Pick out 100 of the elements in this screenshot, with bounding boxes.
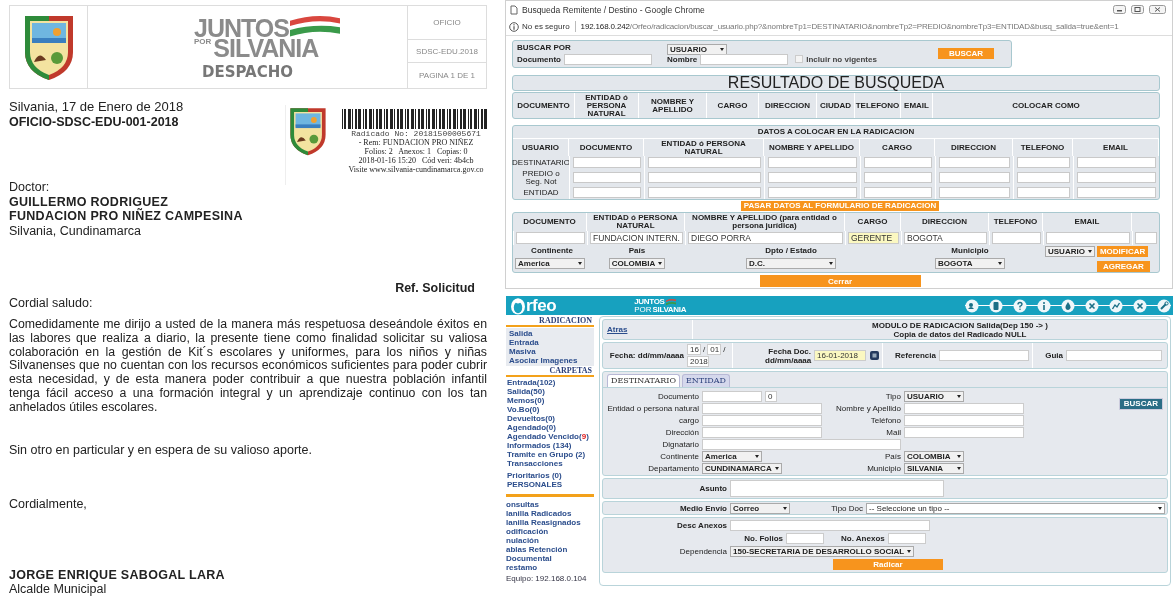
sidebar-link[interactable]: Entrada(102) <box>507 378 594 387</box>
text-field[interactable] <box>648 157 761 168</box>
text-field[interactable] <box>1017 172 1070 183</box>
dropdown[interactable]: America <box>515 258 585 269</box>
text-field[interactable] <box>864 157 932 168</box>
sidebar-link[interactable]: Memos(0) <box>507 396 594 405</box>
dropdown[interactable]: USUARIO <box>1045 245 1095 257</box>
tab[interactable]: ENTIDAD <box>682 374 730 387</box>
text-field[interactable]: 0 <box>765 390 777 402</box>
sidebar-link[interactable]: nulación <box>506 535 594 545</box>
tab[interactable]: DESTINATARIO <box>607 374 680 387</box>
sidebar-link[interactable]: Prioritarios (0) <box>507 471 594 480</box>
date-field[interactable]: 01 <box>707 344 722 355</box>
document-field[interactable] <box>564 53 652 65</box>
text-field[interactable] <box>904 414 1024 426</box>
text-field[interactable] <box>573 187 641 198</box>
text-field[interactable] <box>702 390 762 402</box>
date-field[interactable]: 16 <box>687 344 701 355</box>
sidebar-link[interactable]: Masiva <box>509 347 591 356</box>
sidebar-link[interactable]: lanilla Reasignados <box>506 517 594 527</box>
text-field[interactable] <box>648 172 761 183</box>
text-field[interactable] <box>1077 172 1156 183</box>
minimize-icon[interactable] <box>1113 5 1126 14</box>
text-field[interactable] <box>516 232 585 244</box>
drop-icon[interactable] <box>1061 298 1075 313</box>
date-field[interactable]: 16-01-2018 <box>814 350 866 361</box>
dropdown[interactable]: Correo <box>730 502 790 514</box>
dropdown[interactable]: America <box>702 450 762 462</box>
info-icon[interactable] <box>1037 298 1051 313</box>
wrench-icon[interactable] <box>1157 298 1171 313</box>
text-field[interactable]: GERENTE <box>848 232 899 244</box>
sidebar-link[interactable]: restamo <box>506 562 594 572</box>
text-field[interactable] <box>939 172 1010 183</box>
sidebar-link[interactable]: Devueltos(0) <box>507 414 594 423</box>
search-button[interactable]: BUSCAR <box>1118 397 1163 410</box>
subject-field[interactable] <box>730 480 944 497</box>
dropdown[interactable]: COLOMBIA <box>904 450 964 462</box>
date-field[interactable]: 2018 <box>687 356 709 367</box>
dropdown[interactable]: D.C. <box>746 258 836 269</box>
sidebar-link[interactable]: Salida <box>509 329 591 338</box>
sidebar-link[interactable]: Entrada <box>509 338 591 347</box>
text-field[interactable] <box>730 520 930 531</box>
dropdown[interactable]: CUNDINAMARCA <box>702 462 782 474</box>
text-field[interactable]: DIEGO PORRA <box>688 232 843 244</box>
text-field[interactable] <box>768 187 857 198</box>
sidebar-link[interactable]: Tramite en Grupo (2) <box>507 450 594 459</box>
text-field[interactable] <box>1017 187 1070 198</box>
close-icon[interactable] <box>1149 5 1166 14</box>
sidebar-link[interactable]: Vo.Bo(0) <box>507 405 594 414</box>
dropdown[interactable]: USUARIO <box>904 390 964 402</box>
text-field[interactable] <box>768 172 857 183</box>
text-field[interactable] <box>904 402 1024 414</box>
close-icon[interactable] <box>1133 298 1147 313</box>
text-field[interactable] <box>939 157 1010 168</box>
text-field[interactable] <box>573 172 641 183</box>
dropdown[interactable]: SILVANIA <box>904 462 964 474</box>
document-icon[interactable] <box>989 298 1003 313</box>
text-field[interactable] <box>702 438 901 450</box>
maximize-icon[interactable] <box>1131 5 1144 14</box>
dropdown[interactable]: BOGOTA <box>935 258 1005 269</box>
chart-icon[interactable] <box>1109 298 1123 313</box>
close-icon[interactable] <box>1085 298 1099 313</box>
text-field[interactable] <box>904 426 1024 438</box>
dropdown[interactable]: -- Seleccione un tipo -- <box>866 502 1165 514</box>
dropdown[interactable]: COLOMBIA <box>608 258 666 269</box>
text-field[interactable] <box>887 533 926 544</box>
text-field[interactable] <box>702 414 822 426</box>
text-field[interactable] <box>864 187 932 198</box>
calendar-icon[interactable] <box>870 351 879 360</box>
sidebar-link[interactable]: Agendado Vencido(9) <box>507 432 594 441</box>
url-field[interactable]: 192.168.0.242/Orfeo/radicacion/buscar_usuario.php?&nombreTp1=DESTINATARIO&nombreTp2=PREDIO&nombreTp3=ENTIDAD&busq_salida=true&ent=1 <box>580 22 1119 31</box>
text-field[interactable] <box>768 157 857 168</box>
sidebar-link[interactable]: Informados (134) <box>507 441 594 450</box>
sidebar-link[interactable]: Salida(50) <box>507 387 594 396</box>
text-field[interactable] <box>1046 232 1130 244</box>
text-field[interactable] <box>864 172 932 183</box>
sidebar-link[interactable]: lanilla Radicados <box>506 508 594 518</box>
text-field[interactable] <box>1066 350 1162 361</box>
sidebar-link[interactable]: odificación <box>506 526 594 536</box>
text-field[interactable] <box>1135 232 1157 244</box>
sidebar-link[interactable]: onsultas <box>506 499 594 509</box>
text-field[interactable] <box>702 426 822 438</box>
dropdown[interactable]: 150-SECRETARIA DE DESARROLLO SOCIAL <box>730 546 915 557</box>
text-field[interactable] <box>573 157 641 168</box>
name-field[interactable] <box>700 53 789 65</box>
text-field[interactable] <box>992 232 1041 244</box>
text-field[interactable] <box>939 187 1010 198</box>
sidebar-link[interactable]: PERSONALES <box>507 480 594 489</box>
text-field[interactable] <box>786 533 824 544</box>
text-field[interactable] <box>939 350 1029 361</box>
back-link[interactable]: Atras <box>607 325 628 334</box>
text-field[interactable] <box>1077 157 1156 168</box>
text-field[interactable] <box>1017 157 1070 168</box>
help-icon[interactable] <box>1013 298 1027 313</box>
text-field[interactable] <box>1077 187 1156 198</box>
text-field[interactable]: BOGOTA <box>904 232 987 244</box>
users-icon[interactable] <box>965 298 979 313</box>
text-field[interactable] <box>702 402 822 414</box>
sidebar-link[interactable]: Transacciones <box>507 459 594 468</box>
sidebar-link[interactable]: Asociar Imagenes <box>509 356 591 365</box>
